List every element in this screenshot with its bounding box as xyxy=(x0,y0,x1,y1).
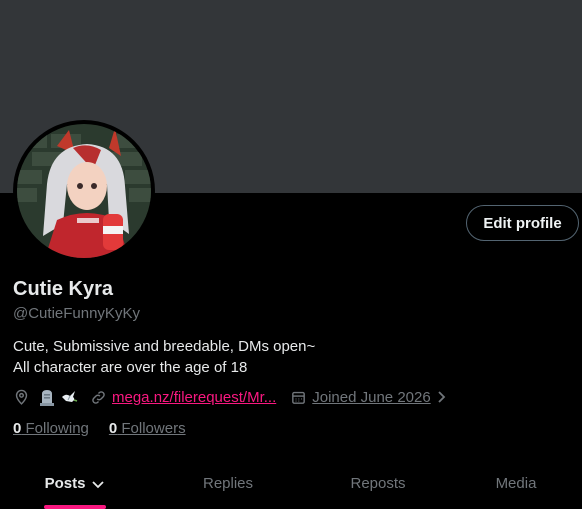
following-link[interactable]: 0 Following xyxy=(13,420,89,437)
tab-label: Posts xyxy=(44,475,86,492)
profile-link[interactable]: mega.nz/filerequest/Mr... xyxy=(112,389,276,406)
tab-label: Reposts xyxy=(350,475,406,492)
edit-profile-button[interactable]: Edit profile xyxy=(466,205,579,241)
calendar-icon xyxy=(290,389,307,406)
chevron-right-icon[interactable] xyxy=(433,389,449,405)
display-name: Cutie Kyra xyxy=(13,278,114,300)
dove-emoji-icon xyxy=(60,388,78,406)
profile-tabs: Posts Replies Reposts Media xyxy=(0,458,582,509)
followers-link[interactable]: 0 Followers xyxy=(109,420,186,437)
tab-replies[interactable]: Replies xyxy=(150,458,306,509)
tombstone-emoji-icon xyxy=(38,388,56,406)
tab-posts[interactable]: Posts xyxy=(0,458,150,509)
followers-label: Followers xyxy=(117,420,186,437)
tab-label: Media xyxy=(495,475,537,492)
followers-count: 0 xyxy=(108,420,118,437)
location-pin-icon xyxy=(13,389,30,406)
follow-stats: 0 Following 0 Followers xyxy=(13,420,186,437)
avatar-image xyxy=(17,124,151,258)
avatar[interactable] xyxy=(13,120,155,262)
link-icon xyxy=(90,389,107,406)
tab-reposts[interactable]: Reposts xyxy=(306,458,450,509)
joined-date[interactable]: Joined June 2026 xyxy=(312,389,430,406)
chevron-down-icon[interactable] xyxy=(91,477,105,491)
bio-line: All character are over the age of 18 xyxy=(13,359,248,376)
profile-meta: mega.nz/filerequest/Mr... Joined June 20… xyxy=(13,386,449,408)
tab-label: Replies xyxy=(202,475,254,492)
tab-media[interactable]: Media xyxy=(450,458,582,509)
bio-line: Cute, Submissive and breedable, DMs open… xyxy=(13,338,316,355)
active-tab-indicator xyxy=(44,505,106,509)
profile-bio: Cute, Submissive and breedable, DMs open… xyxy=(13,336,315,378)
username-handle: @CutieFunnyKyKy xyxy=(13,305,140,322)
following-label: Following xyxy=(21,420,89,437)
